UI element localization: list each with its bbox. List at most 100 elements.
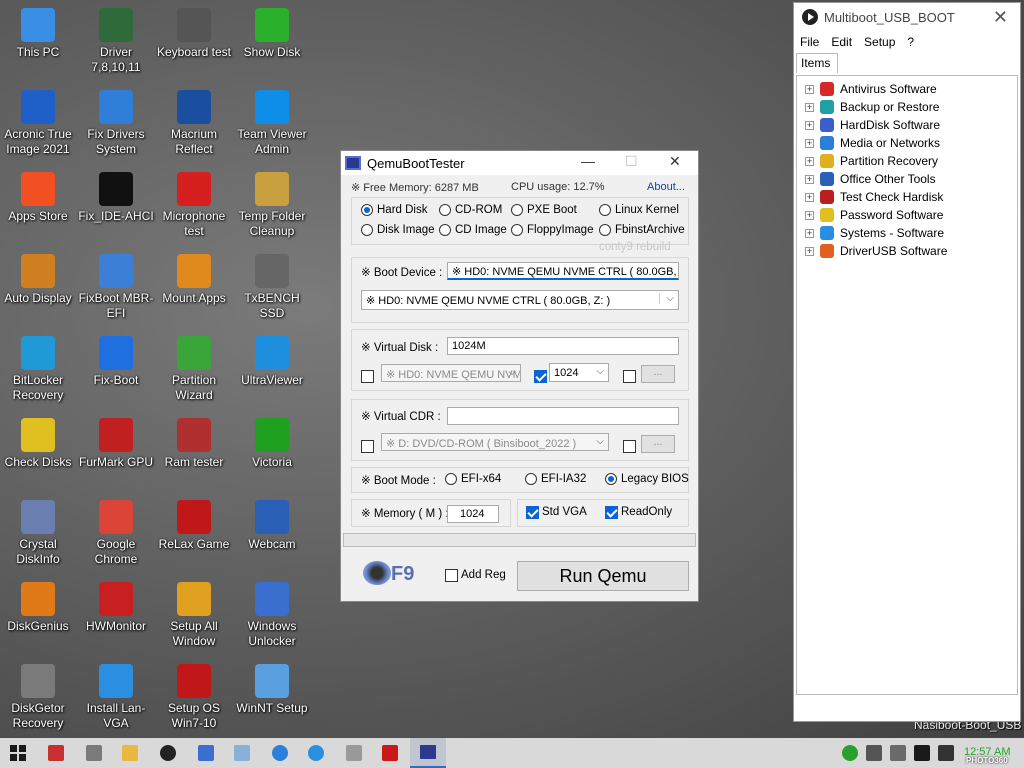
expand-icon[interactable]: +	[805, 192, 814, 202]
desktop-icon[interactable]: Fix-Boot	[77, 336, 155, 388]
desktop-icon[interactable]: Macrium Reflect	[155, 90, 233, 157]
desktop-icon[interactable]: Auto Display	[0, 254, 77, 306]
desktop-icon[interactable]: Fix Drivers System	[77, 90, 155, 157]
memory-field[interactable]: 1024	[447, 505, 499, 523]
maximize-button[interactable]: ☐	[625, 153, 638, 170]
tree-item[interactable]: + Systems - Software	[797, 224, 1017, 242]
desktop-icon[interactable]: Team Viewer Admin	[233, 90, 311, 157]
virtual-cdr-field[interactable]	[447, 407, 679, 425]
boot-type-radio[interactable]: Linux Kernel	[599, 204, 679, 216]
boot-type-radio[interactable]: FbinstArchive	[599, 224, 685, 236]
close-button[interactable]: ✕	[669, 153, 681, 170]
expand-icon[interactable]: +	[805, 246, 814, 256]
taskbar-qemu-button[interactable]	[410, 738, 446, 768]
expand-icon[interactable]: +	[805, 102, 814, 112]
expand-icon[interactable]: +	[805, 210, 814, 220]
desktop-icon[interactable]: BitLocker Recovery	[0, 336, 77, 403]
menu-edit[interactable]: Edit	[831, 35, 852, 49]
add-reg-checkbox[interactable]	[445, 569, 458, 582]
about-link[interactable]: About...	[647, 181, 685, 193]
boot-type-radio[interactable]: Disk Image	[361, 224, 435, 236]
keyboard-icon[interactable]	[86, 745, 102, 761]
tree-item[interactable]: + HardDisk Software	[797, 116, 1017, 134]
desktop-icon[interactable]: HWMonitor	[77, 582, 155, 634]
taskbar-app-icon[interactable]	[198, 745, 214, 761]
desktop-icon[interactable]: Victoria	[233, 418, 311, 470]
folder-icon[interactable]	[122, 745, 138, 761]
desktop-icon[interactable]: This PC	[0, 8, 77, 60]
expand-icon[interactable]: +	[805, 120, 814, 130]
desktop-icon[interactable]: Google Chrome	[77, 500, 155, 567]
boot-type-radio[interactable]: FloppyImage	[511, 224, 593, 236]
windows-start-icon[interactable]	[10, 745, 26, 761]
desktop-icon[interactable]: DiskGetor Recovery	[0, 664, 77, 731]
expand-icon[interactable]: +	[805, 174, 814, 184]
virtual-disk-checkbox[interactable]	[361, 370, 374, 383]
desktop-icon[interactable]: Acronic True Image 2021	[0, 90, 77, 157]
std-vga-checkbox[interactable]	[526, 506, 539, 519]
tree-item[interactable]: + Backup or Restore	[797, 98, 1017, 116]
readonly-checkbox[interactable]	[605, 506, 618, 519]
tree-item[interactable]: + Test Check Hardisk	[797, 188, 1017, 206]
menu-file[interactable]: File	[800, 35, 819, 49]
virtual-cdr-extra-checkbox[interactable]	[623, 440, 636, 453]
printer-icon[interactable]	[346, 745, 362, 761]
virtual-disk-field[interactable]: 1024M	[447, 337, 679, 355]
desktop-icon[interactable]: DiskGenius	[0, 582, 77, 634]
desktop-icon[interactable]: Driver 7,8,10,11	[77, 8, 155, 75]
expand-icon[interactable]: +	[805, 228, 814, 238]
boot-mode-radio[interactable]: Legacy BIOS	[605, 473, 689, 485]
expand-icon[interactable]: +	[805, 138, 814, 148]
pen-icon[interactable]	[890, 745, 906, 761]
desktop-icon[interactable]: FurMark GPU	[77, 418, 155, 470]
desktop-icon[interactable]: ReLax Game	[155, 500, 233, 552]
desktop-icon[interactable]: WinNT Setup	[233, 664, 311, 716]
desktop-icon[interactable]: Setup OS Win7-10	[155, 664, 233, 731]
desktop-icon[interactable]: Temp Folder Cleanup	[233, 172, 311, 239]
close-button[interactable]: ✕	[993, 7, 1008, 28]
desktop-icon[interactable]: Install Lan-VGA	[77, 664, 155, 731]
refresh-icon[interactable]	[308, 745, 324, 761]
tree-item[interactable]: + Media or Networks	[797, 134, 1017, 152]
desktop-icon[interactable]: Keyboard test	[155, 8, 233, 60]
virtual-disk-browse-button[interactable]: ...	[641, 365, 675, 383]
virtual-cdr-browse-button[interactable]: ...	[641, 435, 675, 453]
tree-item[interactable]: + Antivirus Software	[797, 80, 1017, 98]
desktop-icon[interactable]: Apps Store	[0, 172, 77, 224]
taskbar-app-icon[interactable]	[48, 745, 64, 761]
boot-mode-radio[interactable]: EFI-x64	[445, 473, 501, 485]
desktop-icon[interactable]: Ram tester	[155, 418, 233, 470]
expand-icon[interactable]: +	[805, 84, 814, 94]
boot-device-field[interactable]: ※ HD0: NVME QEMU NVME CTRL ( 80.0GB, Z:	[447, 262, 679, 280]
desktop-icon[interactable]: Mount Apps	[155, 254, 233, 306]
virtual-disk-size-checkbox[interactable]	[534, 370, 547, 383]
boot-type-radio[interactable]: PXE Boot	[511, 204, 577, 216]
speaker-muted-icon[interactable]	[938, 745, 954, 761]
minimize-button[interactable]: —	[581, 153, 595, 169]
tab-items[interactable]: Items	[796, 53, 838, 73]
virtual-disk-size-select[interactable]: 1024 ⌵	[549, 363, 609, 382]
desktop-icon[interactable]: Setup All Window	[155, 582, 233, 649]
tree-item[interactable]: + DriverUSB Software	[797, 242, 1017, 260]
desktop-icon[interactable]: Check Disks	[0, 418, 77, 470]
network-icon[interactable]	[866, 745, 882, 761]
gear-icon[interactable]	[272, 745, 288, 761]
flag-icon[interactable]	[914, 745, 930, 761]
desktop-icon[interactable]: Show Disk	[233, 8, 311, 60]
taskbar-app-icon[interactable]	[382, 745, 398, 761]
tree-item[interactable]: + Password Software	[797, 206, 1017, 224]
virtual-disk-device-select[interactable]: ※ HD0: NVME QEMU NVM ⌵	[381, 364, 521, 382]
desktop-icon[interactable]: Webcam	[233, 500, 311, 552]
virtual-disk-extra-checkbox[interactable]	[623, 370, 636, 383]
taskbar-app-icon[interactable]	[234, 745, 250, 761]
desktop-icon[interactable]: Partition Wizard	[155, 336, 233, 403]
boot-type-radio[interactable]: Hard Disk	[361, 204, 427, 216]
desktop-icon[interactable]: Windows Unlocker	[233, 582, 311, 649]
tree-item[interactable]: + Office Other Tools	[797, 170, 1017, 188]
virtual-cdr-device-select[interactable]: ※ D: DVD/CD-ROM ( Binsiboot_2022 ) ⌵	[381, 433, 609, 451]
virtual-cdr-checkbox[interactable]	[361, 440, 374, 453]
run-qemu-button[interactable]: Run Qemu	[517, 561, 689, 591]
boot-device-select[interactable]: ※ HD0: NVME QEMU NVME CTRL ( 80.0GB, Z: …	[361, 290, 679, 310]
desktop-icon[interactable]: FixBoot MBR-EFI	[77, 254, 155, 321]
desktop-icon[interactable]: Crystal DiskInfo	[0, 500, 77, 567]
